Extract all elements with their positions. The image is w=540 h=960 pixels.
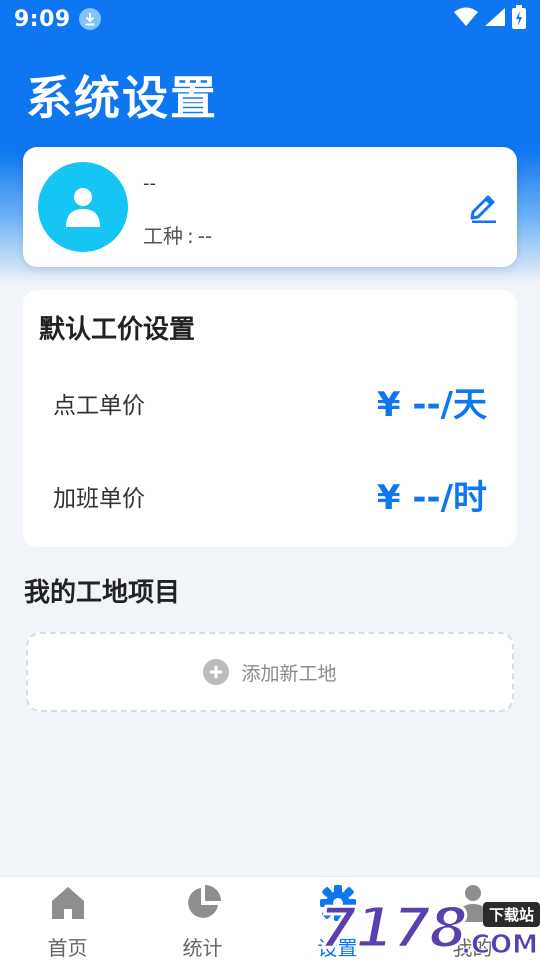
- edit-pencil-icon[interactable]: [469, 189, 499, 225]
- profile-card[interactable]: -- 工种: --: [23, 147, 517, 267]
- profile-role-separator: :: [187, 224, 194, 248]
- nav-item-stats[interactable]: 统计: [135, 877, 270, 960]
- add-site-button[interactable]: 添加新工地: [26, 632, 514, 712]
- status-time: 9:09: [14, 6, 71, 32]
- watermark-suffix: .COM: [461, 930, 539, 960]
- price-label: 加班单价: [53, 486, 145, 512]
- nav-label: 首页: [47, 936, 88, 960]
- profile-role: 工种: --: [143, 220, 212, 249]
- profile-role-label: 工种: [143, 224, 183, 248]
- nav-label: 统计: [182, 936, 223, 960]
- watermark-logo: 7178 下载站 .COM: [312, 896, 540, 960]
- watermark-tag: 下载站: [482, 902, 540, 927]
- projects-title: 我的工地项目: [24, 578, 181, 608]
- price-settings-card: 默认工价设置 点工单价 ¥ --/天 加班单价 ¥ --/时: [23, 290, 517, 547]
- price-label: 点工单价: [53, 393, 145, 419]
- profile-role-value: --: [197, 224, 213, 248]
- person-icon: [38, 162, 128, 252]
- status-bar: 9:09: [0, 0, 540, 38]
- battery-charging-icon: [512, 5, 526, 33]
- watermark-text: 7178: [317, 896, 470, 960]
- price-settings-title: 默认工价设置: [39, 315, 196, 345]
- add-site-label: 添加新工地: [241, 662, 337, 685]
- home-icon: [50, 883, 86, 922]
- download-icon: [78, 8, 101, 30]
- status-icons: [454, 5, 526, 33]
- signal-icon: [484, 7, 506, 31]
- nav-item-home[interactable]: 首页: [0, 877, 135, 960]
- pie-chart-icon: [184, 883, 222, 922]
- price-row-daily[interactable]: 点工单价 ¥ --/天: [23, 375, 517, 425]
- profile-name: --: [143, 173, 156, 194]
- plus-circle-icon: [203, 659, 230, 685]
- page-title: 系统设置: [26, 71, 218, 125]
- wifi-icon: [454, 7, 478, 31]
- price-value: ¥ --/天: [376, 385, 487, 425]
- price-row-overtime[interactable]: 加班单价 ¥ --/时: [23, 468, 517, 518]
- price-value: ¥ --/时: [376, 478, 487, 518]
